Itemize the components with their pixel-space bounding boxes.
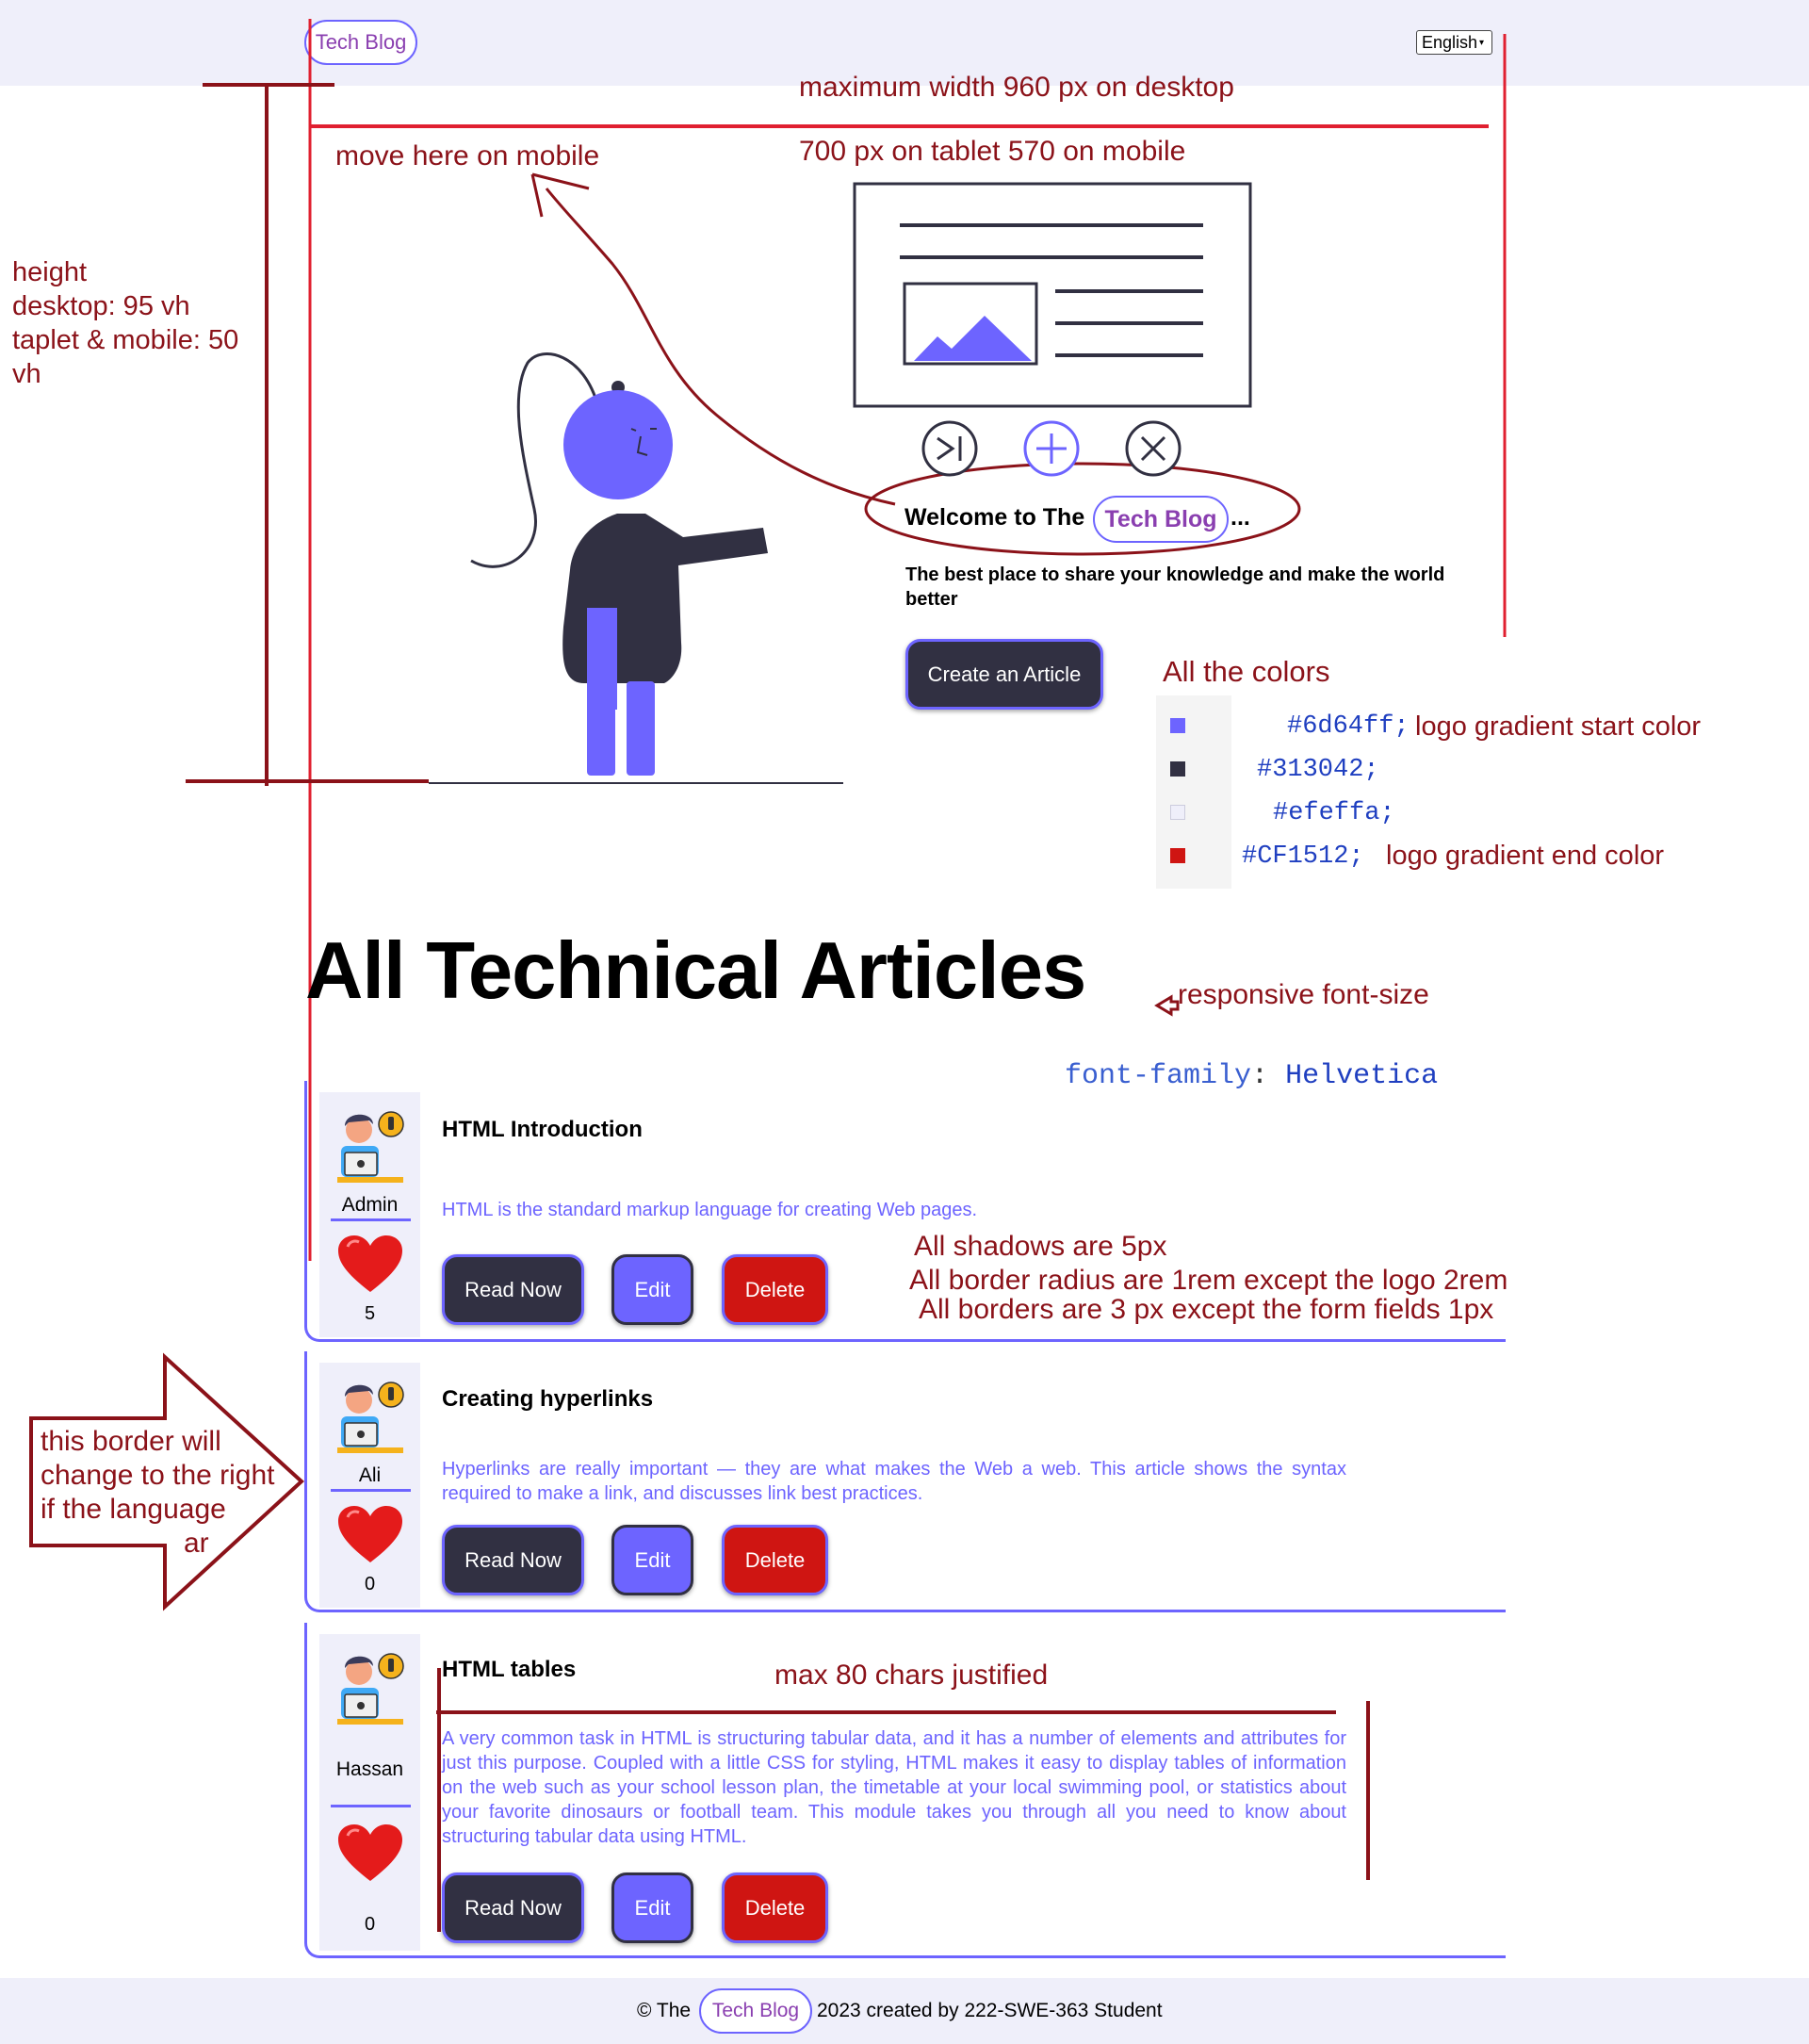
- annotation-height-tablet: taplet & mobile: 50: [12, 325, 239, 355]
- annotation-height-label: height: [12, 257, 88, 287]
- footer-logo[interactable]: Tech Blog: [699, 1988, 812, 2034]
- articles-heading: All Technical Articles: [305, 926, 1086, 1016]
- edit-button[interactable]: Edit: [611, 1872, 693, 1943]
- author-separator: [331, 1218, 411, 1221]
- annotation-responsive-font: responsive font-size: [1178, 979, 1429, 1010]
- article-excerpt: HTML is the standard markup language for…: [442, 1200, 978, 1220]
- left-arrow-icon: [1154, 994, 1180, 1017]
- annotation-move-mobile: move here on mobile: [335, 140, 600, 172]
- swatch-4: [1170, 848, 1185, 863]
- delete-button[interactable]: Delete: [722, 1525, 828, 1595]
- skip-icon: [921, 420, 978, 477]
- annotation-arrow-text: this border will change to the right if …: [41, 1425, 275, 1561]
- tagline-line2: better: [905, 589, 958, 610]
- annotation-tablet-mobile: 700 px on tablet 570 on mobile: [799, 136, 1186, 167]
- arrow-line1: this border will: [41, 1426, 221, 1457]
- delete-button[interactable]: Delete: [722, 1254, 828, 1325]
- hero-tagline: The best place to share your knowledge a…: [905, 563, 1444, 612]
- like-count: 0: [364, 1914, 376, 1935]
- arrow-line2: change to the right: [41, 1460, 275, 1491]
- color-code-3: #efeffa;: [1273, 799, 1395, 827]
- annotation-max-width: maximum width 960 px on desktop: [799, 72, 1234, 103]
- annotation-height-desktop: desktop: 95 vh: [12, 291, 190, 321]
- read-now-button[interactable]: Read Now: [442, 1254, 584, 1325]
- article-excerpt: Hyperlinks are really important — they a…: [442, 1459, 1346, 1504]
- footer-prefix: © The: [637, 2000, 692, 2021]
- heart-icon[interactable]: [336, 1234, 404, 1294]
- person-head: [563, 390, 673, 499]
- article-excerpt: A very common task in HTML is structurin…: [442, 1728, 1346, 1847]
- heart-icon[interactable]: [336, 1504, 404, 1564]
- like-count: 0: [364, 1574, 376, 1594]
- swatch-3: [1170, 805, 1185, 820]
- swatch-2: [1170, 761, 1185, 777]
- annotation-height-vh: vh: [12, 359, 41, 389]
- color-code-4: #CF1512;: [1242, 842, 1364, 871]
- article-card: Ali 0 Creating hyperlinks Hyperlinks are…: [304, 1351, 1506, 1612]
- create-article-button[interactable]: Create an Article: [905, 639, 1103, 710]
- tagline-line1: The best place to share your knowledge a…: [905, 564, 1445, 585]
- hero-illustration: [429, 182, 1252, 784]
- color-code-2: #313042;: [1257, 756, 1379, 784]
- heart-icon[interactable]: [336, 1823, 404, 1883]
- author-name: Ali: [358, 1464, 382, 1486]
- author-separator: [331, 1805, 411, 1807]
- author-name: Hassan: [335, 1758, 404, 1780]
- colors-title: All the colors: [1163, 655, 1330, 688]
- delete-button[interactable]: Delete: [722, 1872, 828, 1943]
- welcome-logo[interactable]: Tech Blog: [1093, 496, 1229, 543]
- author-panel: Hassan 0: [319, 1634, 420, 1951]
- edit-button[interactable]: Edit: [611, 1525, 693, 1595]
- author-panel: Admin 5: [319, 1092, 420, 1337]
- welcome-prefix: Welcome to The: [904, 504, 1085, 531]
- annotation-radius: All border radius are 1rem except the lo…: [909, 1265, 1508, 1296]
- developer-avatar-icon: [337, 1382, 404, 1453]
- color-gutter: [1156, 695, 1233, 889]
- annotation-borders: All borders are 3 px except the form fie…: [919, 1294, 1494, 1325]
- footer-suffix: 2023 created by 222-SWE-363 Student: [817, 2000, 1163, 2021]
- like-count: 5: [364, 1303, 376, 1324]
- color-note-start: logo gradient start color: [1415, 711, 1702, 742]
- color-code-1: #6d64ff;: [1287, 712, 1410, 741]
- read-now-button[interactable]: Read Now: [442, 1525, 584, 1595]
- article-title[interactable]: HTML Introduction: [442, 1117, 643, 1143]
- annotation-justified: max 80 chars justified: [774, 1660, 1049, 1691]
- author-separator: [331, 1489, 411, 1492]
- arrow-line3: if the language: [41, 1494, 226, 1525]
- read-now-button[interactable]: Read Now: [442, 1872, 584, 1943]
- welcome-suffix: ...: [1230, 504, 1250, 531]
- author-panel: Ali 0: [319, 1363, 420, 1608]
- article-title[interactable]: HTML tables: [442, 1657, 576, 1683]
- color-note-end: logo gradient end color: [1386, 841, 1665, 871]
- arrow-line4: ar: [184, 1528, 209, 1559]
- author-name: Admin: [341, 1194, 399, 1216]
- article-title[interactable]: Creating hyperlinks: [442, 1386, 653, 1413]
- developer-avatar-icon: [337, 1653, 404, 1725]
- developer-avatar-icon: [337, 1111, 404, 1183]
- annotation-shadows: All shadows are 5px: [914, 1231, 1167, 1262]
- edit-button[interactable]: Edit: [611, 1254, 693, 1325]
- swatch-1: [1170, 718, 1185, 733]
- annotation-height: height desktop: 95 vh taplet & mobile: 5…: [12, 255, 238, 391]
